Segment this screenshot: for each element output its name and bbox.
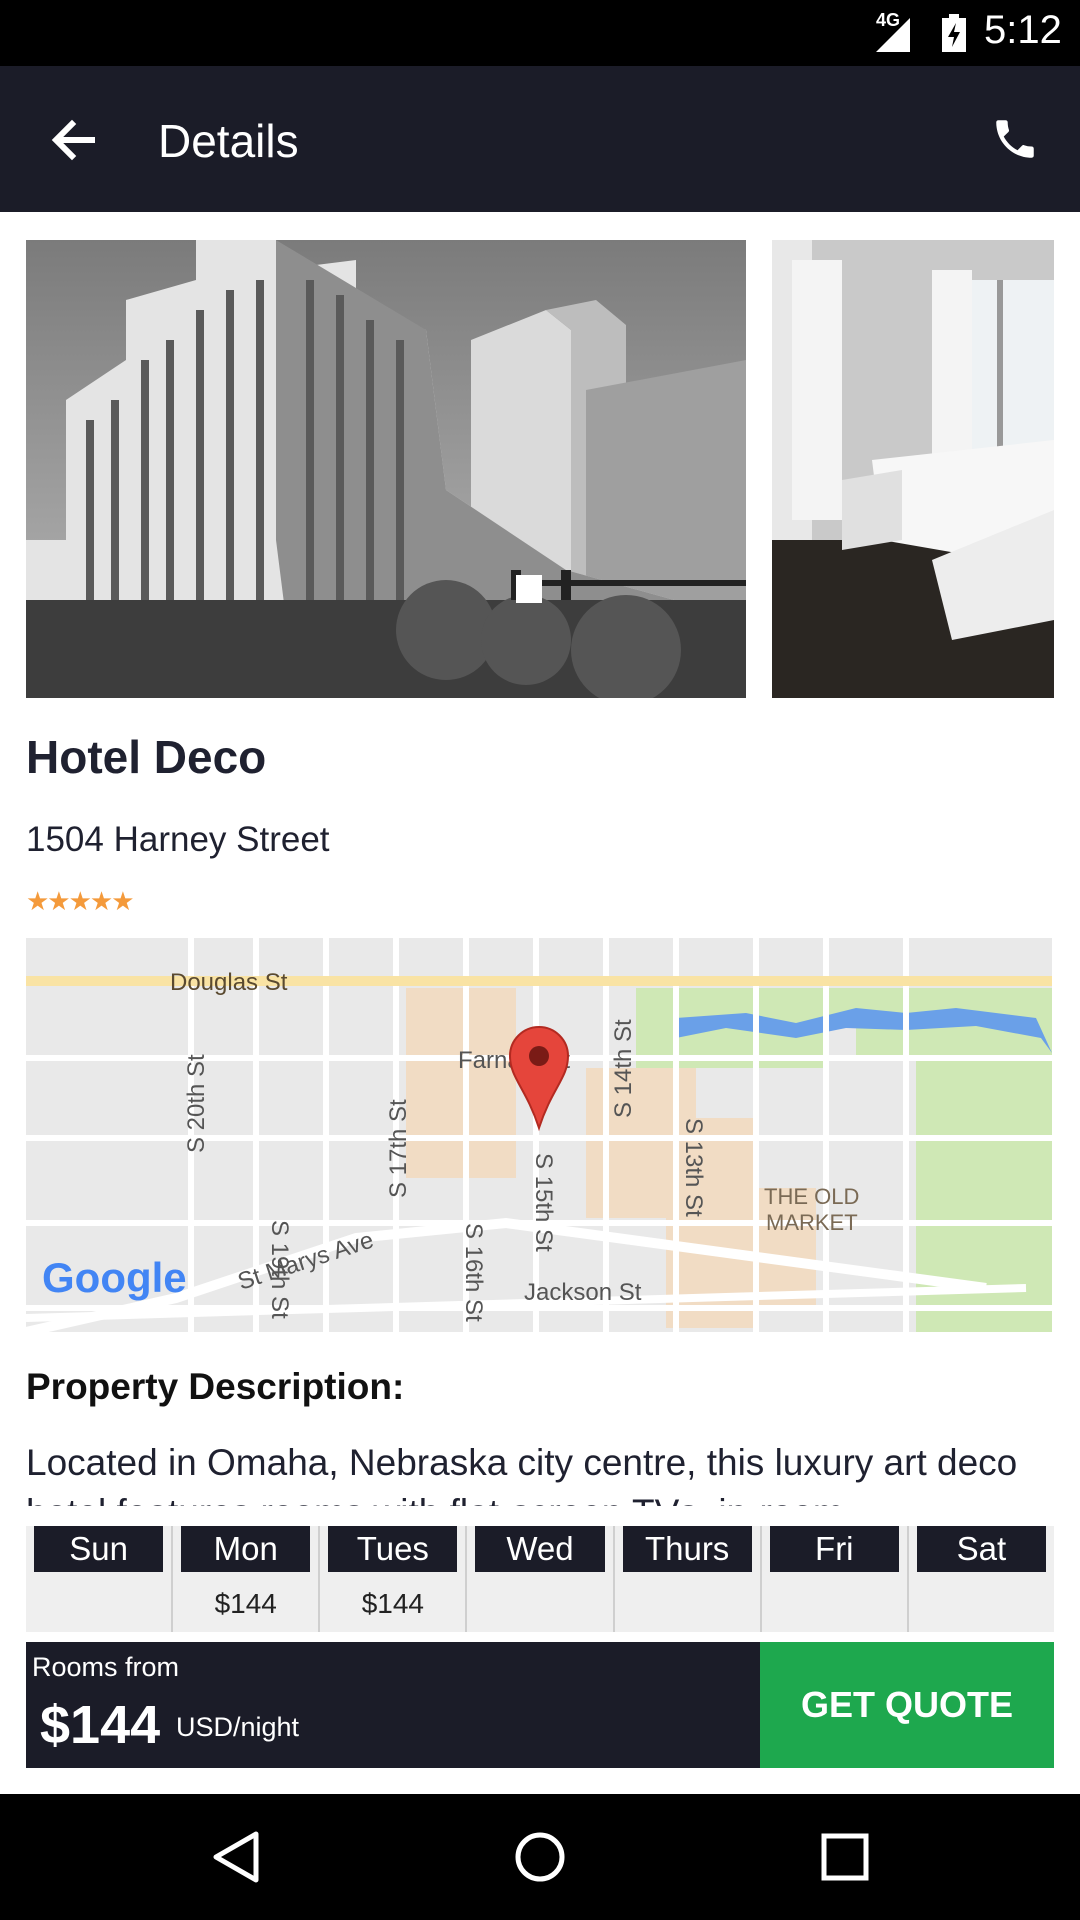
location-map[interactable]: Douglas St Farnam St S 14th St S 20th St… (26, 938, 1052, 1332)
day-name: Sat (916, 1526, 1046, 1572)
map-label-s16: S 16th St (460, 1223, 487, 1322)
nav-back-icon[interactable] (202, 1822, 272, 1892)
day-name: Wed (475, 1526, 605, 1572)
day-price: $144 (214, 1588, 277, 1619)
day-sun[interactable]: Sun (26, 1526, 174, 1632)
day-price (467, 1588, 612, 1622)
day-name: Thurs (622, 1526, 752, 1572)
page-title: Details (158, 115, 299, 167)
map-label-s14: S 14th St (610, 1019, 637, 1118)
hotel-exterior-photo[interactable] (26, 240, 746, 698)
day-name: Tues (328, 1526, 458, 1572)
get-quote-button[interactable]: GET QUOTE (760, 1642, 1054, 1768)
day-name: Fri (769, 1526, 899, 1572)
day-price (762, 1588, 907, 1622)
nav-recents-icon[interactable] (810, 1822, 880, 1892)
day-price: $144 (361, 1588, 424, 1619)
google-logo: Google (42, 1254, 187, 1301)
day-name: Sun (34, 1526, 164, 1572)
day-mon[interactable]: Mon $144 (173, 1526, 321, 1632)
room-image (772, 240, 1054, 698)
day-name: Mon (181, 1526, 311, 1572)
description-container[interactable]: Located in Omaha, Nebraska city centre, … (26, 1438, 1056, 1506)
day-sat[interactable]: Sat (909, 1526, 1054, 1632)
map-label-s17: S 17th St (385, 1099, 412, 1198)
day-tues[interactable]: Tues $144 (320, 1526, 468, 1632)
star-rating: ★★★★★ (26, 886, 135, 916)
system-nav-bar (0, 1794, 1080, 1920)
day-fri[interactable]: Fri (762, 1526, 909, 1632)
battery-charging-icon (942, 14, 966, 52)
clock: 5:12 (984, 8, 1062, 52)
day-price (615, 1588, 760, 1622)
hotel-room-photo[interactable] (772, 240, 1054, 698)
map-label-s15: S 15th St (530, 1153, 557, 1252)
app-bar: Details (0, 66, 1080, 212)
map-label-s13: S 13th St (680, 1118, 707, 1217)
description-text: Located in Omaha, Nebraska city centre, … (26, 1442, 1018, 1506)
map-label-old-market-1: THE OLD (764, 1184, 859, 1209)
map-graphic: Douglas St Farnam St S 14th St S 20th St… (26, 938, 1052, 1332)
building-image (26, 240, 746, 698)
day-price (909, 1588, 1054, 1622)
day-price (26, 1588, 171, 1622)
status-bar: 4G 5:12 (0, 0, 1080, 66)
map-label-old-market-2: MARKET (766, 1210, 858, 1235)
signal-icon (876, 18, 910, 52)
map-label-douglas: Douglas St (170, 969, 288, 996)
nav-home-icon[interactable] (505, 1822, 575, 1892)
arrow-left-icon[interactable] (44, 110, 104, 170)
weekday-price-row: Sun Mon $144 Tues $144 Wed Thurs Fri Sat (26, 1526, 1054, 1632)
rooms-from-label: Rooms from (32, 1652, 180, 1682)
price-unit: USD/night (176, 1712, 300, 1742)
quote-bar: Rooms from $144 USD/night GET QUOTE (26, 1642, 1054, 1768)
description-heading: Property Description: (26, 1366, 405, 1407)
nightly-price: $144 (40, 1695, 161, 1755)
hotel-address: 1504 Harney Street (26, 820, 330, 859)
phone-icon[interactable] (990, 114, 1040, 164)
day-thurs[interactable]: Thurs (615, 1526, 762, 1632)
map-label-jackson: Jackson St (524, 1279, 642, 1306)
hotel-name: Hotel Deco (26, 731, 267, 783)
day-wed[interactable]: Wed (467, 1526, 615, 1632)
map-label-s20: S 20th St (183, 1054, 210, 1153)
